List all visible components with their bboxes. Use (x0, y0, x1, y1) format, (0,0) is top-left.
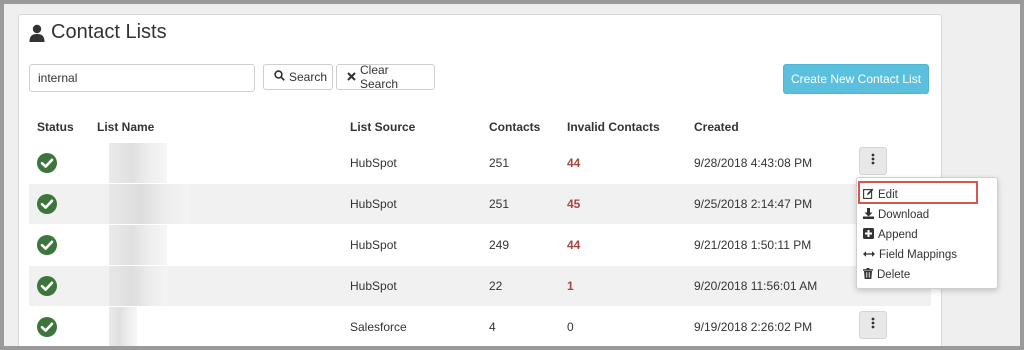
check-circle-icon (37, 194, 57, 214)
close-icon (347, 70, 356, 84)
header-status: Status (37, 120, 74, 134)
clear-search-button[interactable]: Clear Search (336, 63, 435, 91)
list-name-redacted (109, 143, 167, 183)
contacts-count: 22 (489, 279, 503, 293)
table-row[interactable]: Salesforce 4 0 9/19/2018 2:26:02 PM (29, 307, 931, 346)
invalid-count: 0 (567, 320, 574, 334)
header-list-name: List Name (97, 120, 155, 134)
contacts-count: 251 (489, 197, 510, 211)
created-date: 9/21/2018 1:50:11 PM (694, 238, 812, 252)
row-actions-button[interactable] (859, 147, 887, 175)
list-name-redacted (109, 307, 137, 346)
invalid-count: 45 (567, 197, 581, 211)
contacts-count: 4 (489, 320, 496, 334)
contacts-count: 251 (489, 156, 510, 170)
header-list-source: List Source (350, 120, 416, 134)
menu-item-field-mappings[interactable]: Field Mappings (863, 246, 957, 264)
create-button-label: Create New Contact List (790, 72, 922, 86)
invalid-count: 1 (567, 279, 574, 293)
header-invalid-contacts: Invalid Contacts (567, 120, 660, 134)
created-date: 9/19/2018 2:26:02 PM (694, 320, 813, 334)
list-name-redacted (109, 184, 189, 224)
list-name-redacted (109, 266, 167, 306)
menu-item-label: Edit (878, 189, 898, 201)
check-circle-icon (37, 276, 57, 296)
ellipsis-v-icon (871, 316, 875, 334)
page-title-text: Contact Lists (51, 21, 167, 43)
row-actions-button[interactable] (859, 311, 887, 339)
created-date: 9/20/2018 11:56:01 AM (694, 279, 818, 293)
table-row[interactable]: HubSpot 251 44 9/28/2018 4:43:08 PM (29, 143, 931, 183)
contacts-count: 249 (489, 238, 510, 252)
list-source: Salesforce (350, 320, 407, 334)
search-input[interactable] (29, 64, 255, 92)
invalid-count: 44 (567, 238, 581, 252)
menu-item-delete[interactable]: Delete (863, 266, 910, 284)
plus-square-icon (863, 228, 874, 242)
menu-item-label: Download (878, 209, 930, 221)
created-date: 9/25/2018 2:14:47 PM (694, 197, 813, 211)
list-name-redacted (109, 225, 167, 265)
arrows-h-icon (863, 249, 875, 261)
menu-item-label: Field Mappings (879, 249, 957, 261)
created-date: 9/28/2018 4:43:08 PM (694, 156, 813, 170)
ellipsis-v-icon (871, 152, 875, 170)
header-created: Created (694, 120, 739, 134)
user-icon (29, 24, 45, 42)
check-circle-icon (37, 235, 57, 255)
search-button-label: Search (289, 70, 328, 84)
check-circle-icon (37, 317, 57, 337)
table-row[interactable]: HubSpot 22 1 9/20/2018 11:56:01 AM (29, 266, 931, 306)
table-row[interactable]: HubSpot 251 45 9/25/2018 2:14:47 PM (29, 184, 931, 224)
clear-search-label: Clear Search (360, 63, 399, 91)
menu-item-label: Append (878, 229, 918, 241)
table-row[interactable]: HubSpot 249 44 9/21/2018 1:50:11 PM (29, 225, 931, 265)
screenshot-frame: Contact Lists Search Clear Search C (4, 4, 1020, 346)
check-circle-icon (37, 153, 57, 173)
list-source: HubSpot (350, 156, 397, 170)
row-actions-dropdown: Edit Download Append Field Mappings Dele… (856, 177, 998, 289)
edit-icon (863, 188, 874, 202)
page-title: Contact Lists (29, 21, 167, 44)
list-source: HubSpot (350, 279, 397, 293)
search-icon (274, 70, 285, 84)
menu-item-label: Delete (877, 269, 911, 281)
menu-item-download[interactable]: Download (863, 206, 929, 224)
contact-lists-panel: Contact Lists Search Clear Search C (18, 14, 942, 346)
header-contacts: Contacts (489, 120, 541, 134)
invalid-count: 44 (567, 156, 581, 170)
menu-item-append[interactable]: Append (863, 226, 918, 244)
create-contact-list-button[interactable]: Create New Contact List (783, 64, 929, 94)
search-button[interactable]: Search (263, 64, 333, 90)
menu-item-edit[interactable]: Edit (863, 186, 898, 204)
list-source: HubSpot (350, 238, 397, 252)
trash-icon (863, 268, 873, 282)
download-icon (863, 208, 874, 222)
list-source: HubSpot (350, 197, 397, 211)
